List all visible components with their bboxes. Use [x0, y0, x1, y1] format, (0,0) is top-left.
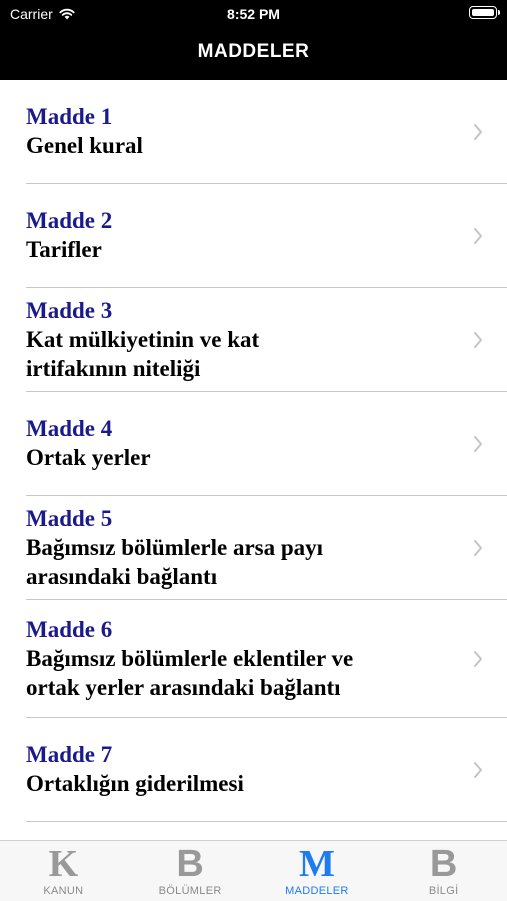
- article-title-line-2: irtifakının niteliği: [26, 355, 201, 381]
- article-number: Madde 5: [26, 505, 113, 531]
- tab-label: MADDELER: [285, 885, 349, 897]
- article-title-line-1: Kat mülkiyetinin ve kat: [26, 326, 260, 352]
- b-letter-icon: B: [176, 843, 204, 885]
- list-item-madde-5[interactable]: Madde 5 Bağımsız bölümlerle arsa payı ar…: [26, 496, 507, 600]
- article-title: Genel kural: [26, 133, 143, 158]
- article-title-line-2: arasındaki bağlantı: [26, 563, 218, 589]
- tab-bar: K KANUN B BÖLÜMLER M MADDELER B BİLGİ: [0, 840, 507, 901]
- list-item-madde-4[interactable]: Madde 4 Ortak yerler: [26, 392, 507, 496]
- chevron-right-icon: [474, 435, 482, 452]
- article-list: Madde 1 Genel kural Madde 2 Tarifler Mad…: [0, 80, 507, 822]
- article-number: Madde 2: [26, 208, 113, 233]
- page-title: MADDELER: [197, 41, 310, 62]
- tab-kanun[interactable]: K KANUN: [0, 841, 127, 901]
- list-item-madde-3[interactable]: Madde 3 Kat mülkiyetinin ve kat irtifakı…: [26, 288, 507, 392]
- top-bar: Carrier 8:52 PM MADDELER: [0, 0, 507, 80]
- list-item-madde-7[interactable]: Madde 7 Ortaklığın giderilmesi: [26, 718, 507, 822]
- list-item-madde-2[interactable]: Madde 2 Tarifler: [26, 184, 507, 288]
- chevron-right-icon: [474, 650, 482, 667]
- article-title-line-2: ortak yerler arasındaki bağlantı: [26, 674, 341, 700]
- tab-maddeler[interactable]: M MADDELER: [254, 841, 381, 901]
- m-letter-icon: M: [298, 843, 335, 885]
- b-letter-icon: B: [429, 843, 458, 885]
- status-bar: Carrier 8:52 PM: [0, 0, 507, 28]
- article-number: Madde 6: [26, 616, 113, 642]
- k-letter-icon: K: [48, 843, 79, 885]
- list-item-madde-1[interactable]: Madde 1 Genel kural: [26, 80, 507, 184]
- status-time: 8:52 PM: [227, 6, 280, 22]
- battery-icon: [469, 6, 500, 19]
- list-item-madde-6[interactable]: Madde 6 Bağımsız bölümlerle eklentiler v…: [26, 600, 507, 718]
- chevron-right-icon: [474, 761, 482, 778]
- tab-label: KANUN: [43, 885, 84, 897]
- article-title: Tarifler: [26, 237, 102, 262]
- article-title-line-1: Bağımsız bölümlerle arsa payı: [26, 534, 324, 560]
- tab-label: BİLGİ: [428, 885, 459, 897]
- article-number: Madde 3: [26, 297, 113, 323]
- chevron-right-icon: [474, 539, 482, 556]
- chevron-right-icon: [474, 123, 482, 140]
- tab-label: BÖLÜMLER: [158, 885, 222, 897]
- tab-bolumler[interactable]: B BÖLÜMLER: [127, 841, 254, 901]
- tab-bilgi[interactable]: B BİLGİ: [380, 841, 507, 901]
- article-title: Ortaklığın giderilmesi: [26, 771, 244, 796]
- article-number: Madde 4: [26, 416, 113, 441]
- chevron-right-icon: [474, 227, 482, 244]
- chevron-right-icon: [474, 331, 482, 348]
- article-number: Madde 7: [26, 742, 113, 767]
- article-title-line-1: Bağımsız bölümlerle eklentiler ve: [26, 645, 354, 671]
- article-number: Madde 1: [26, 104, 113, 129]
- article-title: Ortak yerler: [26, 445, 151, 470]
